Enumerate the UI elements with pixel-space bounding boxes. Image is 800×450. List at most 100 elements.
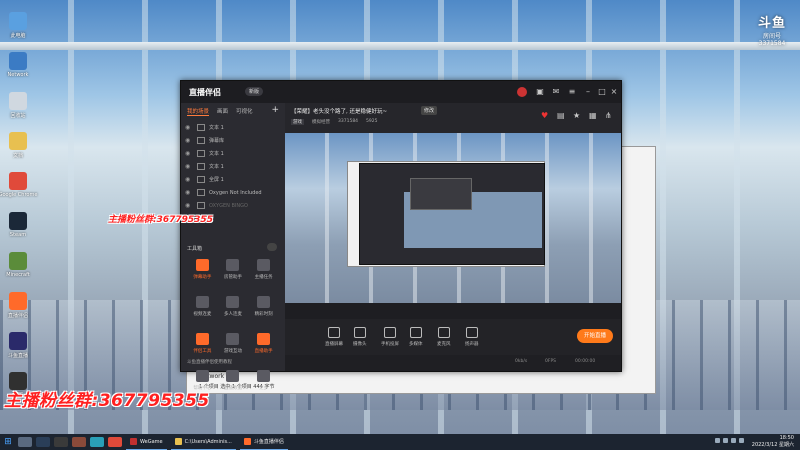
control-5[interactable]: 扬声器 [465,327,479,347]
source-item[interactable]: ◉ 文本 1 [185,121,281,134]
viewer-count: 5925 [366,119,378,124]
tab-0[interactable]: 我的场景 [187,107,210,116]
app-icon [9,172,27,190]
app-icon [9,332,27,350]
clock[interactable]: 18:50 2022/3/12 星期六 [752,435,794,449]
avatar[interactable] [517,87,527,97]
desktop-icon[interactable]: Google Chrome [0,166,37,206]
eye-icon[interactable]: ◉ [185,176,193,183]
source-item[interactable]: ◉ Oxygen Not Included [185,186,281,199]
maximize-icon[interactable]: □ [597,87,607,97]
tools-grid: 弹幕助手 房管助手 主播任务 视频连麦 多人连麦 精彩时刻 伴侣工具 游戏互动 直播助手 帮助中心… [187,259,279,403]
control-1[interactable]: 摄像头 [353,327,367,347]
tool-item[interactable]: 直播数据 [218,370,249,403]
taskbar: ⊞ WeGame C:\Users\Adminis... 斗鱼直播伴侣 18:50 … [0,434,800,450]
task-label: WeGame [140,438,163,445]
desktop-icon[interactable]: 直播伴侣 [3,286,33,326]
share-icon[interactable]: ⋔ [605,111,612,120]
eye-icon[interactable]: ◉ [185,163,193,170]
control-icon [465,327,478,338]
room-title[interactable]: 【荣耀】老头没个路了, 还是稳健好玩~ [291,107,387,115]
source-item[interactable]: ◉ 文本 1 [185,160,281,173]
message-icon[interactable]: ✉ [551,87,561,97]
desktop-icon[interactable]: Network [3,46,33,86]
task-icon [130,438,137,445]
tool-item[interactable]: 房管助手 [218,259,249,292]
source-item[interactable]: ◉ 全屏 1 [185,173,281,186]
tool-item[interactable]: 直播助手 [248,333,279,366]
steam-icon[interactable] [36,437,50,447]
tool-item[interactable]: 精彩时刻 [248,296,279,329]
stream-preview[interactable] [285,133,621,319]
app-icon [9,132,27,150]
tab-1[interactable]: 画面 [217,107,228,116]
desktop-icon[interactable]: 此电脑 [3,6,33,46]
version-badge[interactable]: 新版 [245,87,264,96]
start-live-button[interactable]: 开始直播 [577,329,613,343]
room-category[interactable]: 游戏 [291,119,304,125]
preview-taskbar [285,303,621,319]
source-item[interactable]: ◉ 弹幕库 [185,134,281,147]
eye-icon[interactable]: ◉ [185,124,193,131]
tutorial-link[interactable]: 斗鱼直播伴侣使用教程 [187,359,232,365]
screen-icon[interactable]: ▦ [589,111,597,120]
tool-item[interactable]: 主播任务 [248,259,279,292]
app-titlebar[interactable]: 直播伴侣 新版 ▣ ✉ ≡ – □ × [181,81,621,103]
tool-label: 直播数据 [223,386,242,391]
live-companion-window[interactable]: 直播伴侣 新版 ▣ ✉ ≡ – □ × 我的场景 画面 可视化 + ◉ 文本 1 ◉ 弹幕… [180,80,622,391]
tool-icon [195,370,209,382]
control-icon [409,327,422,338]
browser-icon[interactable] [90,437,104,447]
desktop-icon[interactable]: 斗鱼直播 [3,326,33,366]
source-type-icon [197,124,205,131]
eye-icon[interactable]: ◉ [185,150,193,157]
source-item[interactable]: ◉ OXYGEN BINGO [185,199,281,212]
chrome-icon[interactable] [108,437,122,447]
desktop-icon[interactable]: 文档 [3,126,33,166]
eye-icon[interactable]: ◉ [185,189,193,196]
eye-icon[interactable]: ◉ [185,202,193,209]
control-4[interactable]: 麦克风 [437,327,451,347]
search-icon[interactable] [18,437,32,447]
tool-item[interactable]: 更多 [248,370,279,403]
minimize-icon[interactable]: – [583,87,593,97]
tool-icon [195,333,209,345]
desktop-icon[interactable]: Steam [3,206,33,246]
room-meta: 游戏 模拟经营 3371584 5925 [291,119,378,125]
taskbar-item[interactable]: C:\Users\Adminis... [170,435,236,450]
taskbar-item[interactable]: 斗鱼直播伴侣 [239,435,288,450]
desktop-icon-label: 文档 [12,153,23,159]
tool-item[interactable]: 视频连麦 [187,296,218,329]
edit-title-button[interactable]: 修改 [421,106,438,115]
desktop-icon[interactable]: Minecraft [3,246,33,286]
gift-icon[interactable]: ♥ [541,111,548,120]
tool-item[interactable]: 弹幕助手 [187,259,218,292]
settings-icon[interactable]: ≡ [567,87,577,97]
skin-icon[interactable]: ▣ [535,87,545,97]
control-2[interactable]: 手机投屏 [381,327,399,347]
eye-icon[interactable]: ◉ [185,137,193,144]
tool-label: 多人连麦 [223,312,242,317]
layout-icon[interactable]: ▤ [557,111,565,120]
avatar-icon[interactable] [72,437,86,447]
tools-toggle[interactable] [267,243,277,251]
start-icon[interactable]: ⊞ [0,434,16,450]
taskbar-item[interactable]: WeGame [126,435,167,450]
desktop-icon[interactable]: 回收站 [3,86,33,126]
source-label: 弹幕库 [209,138,225,144]
app-icon[interactable] [54,437,68,447]
desktop-icon-label: Google Chrome [0,192,38,198]
add-scene-icon[interactable]: + [271,105,279,115]
source-type-icon [197,137,205,144]
room-id: 3371584 [338,119,359,124]
close-icon[interactable]: × [609,87,619,97]
control-bar: 开始直播 直播屏幕 摄像头 手机投屏 多媒体 麦克风 扬声器 [285,319,621,355]
source-item[interactable]: ◉ 文本 1 [185,147,281,160]
control-3[interactable]: 多媒体 [409,327,423,347]
tool-item[interactable]: 多人连麦 [218,296,249,329]
tool-label: 主播任务 [254,275,273,280]
control-0[interactable]: 直播屏幕 [325,327,343,347]
tab-2[interactable]: 可视化 [236,107,253,116]
rank-icon[interactable]: ★ [573,111,580,120]
room-area: 模拟经营 [312,120,330,125]
